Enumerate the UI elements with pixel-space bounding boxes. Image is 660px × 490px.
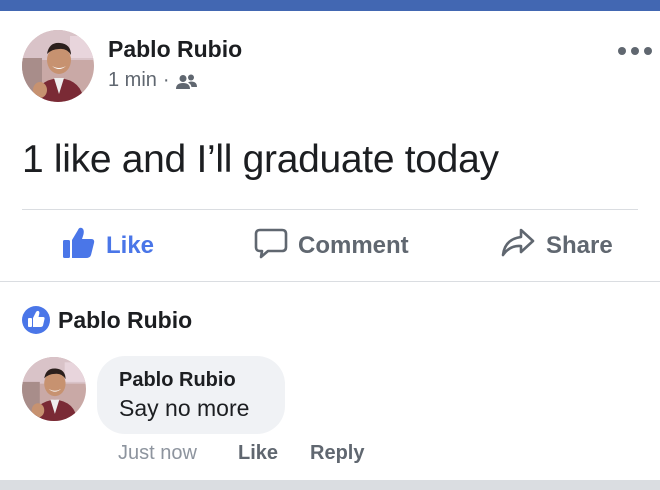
- meta-separator: ·: [162, 69, 170, 91]
- divider: [22, 209, 638, 210]
- more-dot: [618, 47, 626, 55]
- comment-bubble[interactable]: Pablo Rubio Say no more: [97, 356, 285, 434]
- post-text: 1 like and I’ll graduate today: [22, 138, 499, 181]
- more-options-icon[interactable]: [618, 44, 652, 58]
- avatar-photo: [22, 30, 94, 102]
- post-time[interactable]: 1 min: [108, 69, 157, 92]
- share-button[interactable]: Share: [500, 226, 613, 266]
- comment-like-link[interactable]: Like: [238, 442, 278, 465]
- friends-icon[interactable]: [175, 73, 198, 89]
- share-button-label: Share: [546, 232, 613, 259]
- avatar[interactable]: [22, 357, 86, 421]
- comment-button-label: Comment: [298, 232, 409, 259]
- comment-author-name[interactable]: Pablo Rubio: [119, 369, 285, 392]
- like-badge-icon: [22, 306, 50, 334]
- comment-text: Say no more: [119, 395, 250, 421]
- comment-button[interactable]: Comment: [254, 226, 409, 266]
- bottom-separator-bar: [0, 480, 660, 490]
- comment-time: Just now: [118, 442, 197, 464]
- divider: [0, 281, 660, 282]
- avatar-photo: [22, 357, 86, 421]
- comment-icon: [254, 227, 288, 266]
- post-author-name[interactable]: Pablo Rubio: [108, 36, 242, 63]
- more-dot: [644, 47, 652, 55]
- avatar[interactable]: [22, 30, 94, 102]
- reactions-summary[interactable]: Pablo Rubio: [22, 305, 192, 335]
- like-button[interactable]: Like: [62, 226, 154, 266]
- like-button-label: Like: [106, 232, 155, 259]
- reactions-names: Pablo Rubio: [58, 306, 193, 333]
- post-meta: 1 min ·: [108, 69, 198, 92]
- share-arrow-icon: [500, 227, 536, 266]
- more-dot: [631, 47, 639, 55]
- thumbs-up-icon: [62, 227, 96, 266]
- comment-reply-link[interactable]: Reply: [310, 442, 364, 465]
- top-brand-bar: [0, 0, 660, 11]
